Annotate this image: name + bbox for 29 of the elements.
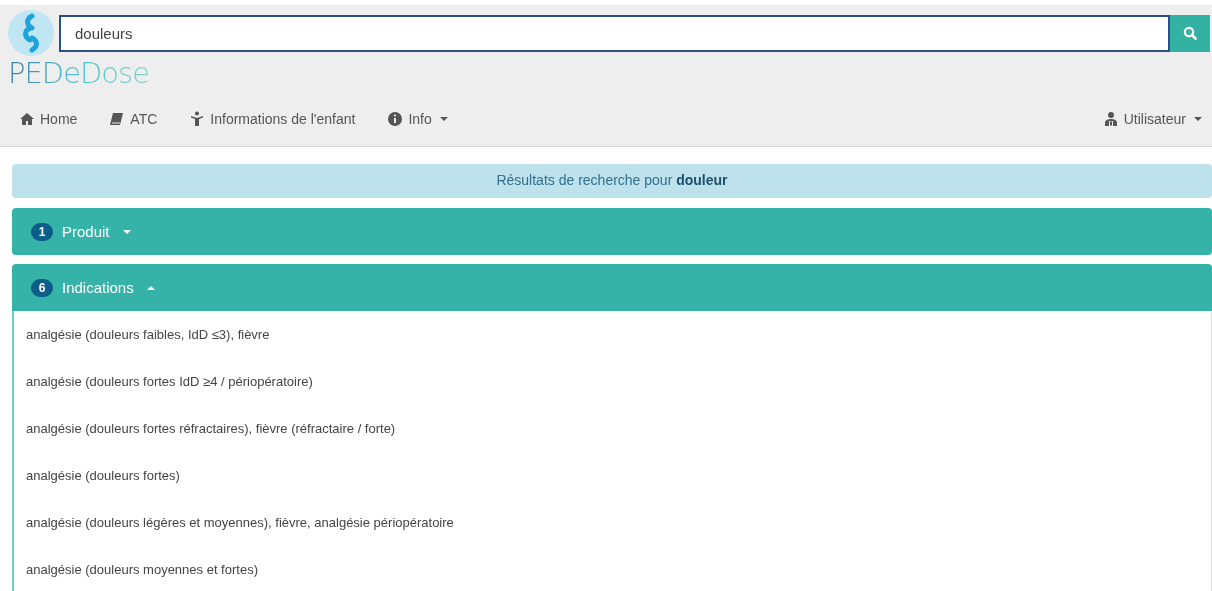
panel-header[interactable]: 1 Produit	[12, 208, 1212, 255]
child-icon	[189, 111, 206, 127]
caret-icon	[439, 117, 448, 121]
indication-item[interactable]: analgésie (douleurs faibles, IdD ≤3), fièvre	[26, 327, 270, 342]
search-icon	[1183, 26, 1197, 40]
info-icon	[387, 111, 404, 127]
count-badge: 1	[31, 222, 53, 241]
nav-link[interactable]: Home	[8, 111, 89, 127]
logo-icon	[8, 10, 54, 56]
caret-icon	[146, 285, 155, 290]
nav-link[interactable]: Utilisateur	[1091, 111, 1210, 127]
indication-item[interactable]: analgésie (douleurs moyennes et fortes)	[26, 562, 258, 577]
count-badge: 6	[31, 278, 53, 297]
search-field[interactable]: douleurs	[59, 14, 1170, 52]
home-icon	[19, 111, 35, 127]
book-icon	[109, 111, 126, 127]
indication-item[interactable]: analgésie (douleurs fortes réfractaires), fièvre (réfractaire / forte)	[26, 421, 396, 436]
nav-link[interactable]: Info	[376, 111, 459, 127]
indication-item[interactable]: analgésie (douleurs légères et moyennes), fièvre, analgésie périopératoire	[26, 515, 454, 530]
caret-icon	[122, 229, 131, 234]
panel-header[interactable]: 6 Indications	[12, 264, 1212, 311]
nav-link[interactable]: ATC	[98, 111, 169, 127]
search-button[interactable]	[1170, 14, 1210, 52]
results-banner: Résultats de recherche pour douleur	[12, 164, 1212, 198]
user-icon	[1102, 111, 1119, 127]
nav-link[interactable]: Informations de l'enfant	[178, 111, 367, 127]
caret-icon	[1194, 117, 1202, 121]
indication-item[interactable]: analgésie (douleurs fortes)	[26, 468, 180, 483]
indication-item[interactable]: analgésie (douleurs fortes IdD ≥4 / périopératoire)	[26, 374, 313, 389]
